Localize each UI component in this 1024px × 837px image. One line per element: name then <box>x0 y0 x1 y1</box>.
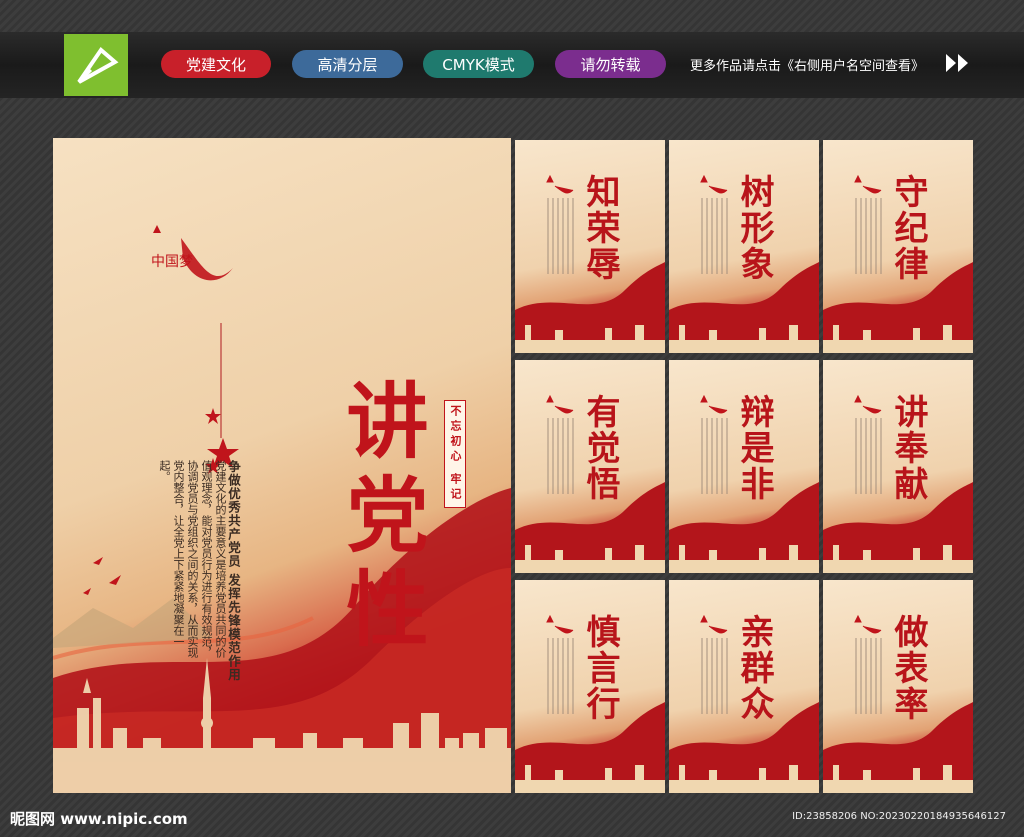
poster-small-2: 树形象 <box>669 140 819 353</box>
tag-hd-layers[interactable]: 高清分层 <box>292 50 403 78</box>
poster-decoration: 中国梦 <box>53 225 511 793</box>
site-logo[interactable] <box>64 34 128 96</box>
poster-title: 做表率 <box>888 614 928 722</box>
poster-small-8: 亲群众 <box>669 580 819 793</box>
poster-title: 辩是非 <box>734 394 774 502</box>
poster-title: 讲奉献 <box>888 394 928 502</box>
poster-title: 知荣辱 <box>580 174 620 282</box>
poster-title: 守纪律 <box>888 174 928 282</box>
poster-title: 亲群众 <box>734 614 774 722</box>
main-title: 讲党性 <box>332 378 428 660</box>
main-poster: 中国梦 讲党性 争做优秀共产党员 发挥先锋模范作用 党建文化的主要意义是培养党员… <box>53 138 511 793</box>
tag-no-repost[interactable]: 请勿转载 <box>555 50 666 78</box>
poster-title: 树形象 <box>734 174 774 282</box>
more-works-link[interactable]: 更多作品请点击《右侧用户名空间查看》 <box>690 55 924 74</box>
poster-small-1: 知荣辱 <box>515 140 665 353</box>
site-watermark[interactable]: 昵图网 www.nipic.com <box>10 808 188 829</box>
double-arrow-icon[interactable] <box>944 52 972 74</box>
poster-small-9: 做表率 <box>823 580 973 793</box>
tag-party-culture[interactable]: 党建文化 <box>161 50 271 78</box>
poster-small-5: 辩是非 <box>669 360 819 573</box>
poster-small-7: 慎言行 <box>515 580 665 793</box>
poster-small-6: 讲奉献 <box>823 360 973 573</box>
main-slogan: 争做优秀共产党员 发挥先锋模范作用 <box>226 460 241 682</box>
poster-title: 慎言行 <box>580 614 620 722</box>
tag-cmyk[interactable]: CMYK模式 <box>423 50 534 78</box>
poster-title: 有觉悟 <box>580 394 620 502</box>
seal-stamp: 不忘初心 牢记 <box>444 400 466 508</box>
main-body-text: 党建文化的主要意义是培养党员共同的价值观理念，能对党员行为进行有效规范，协调党员… <box>158 460 227 658</box>
image-id: ID:23858206 NO:20230220184935646127 <box>792 811 1006 822</box>
pen-icon <box>77 47 119 84</box>
poster-small-4: 有觉悟 <box>515 360 665 573</box>
poster-small-3: 守纪律 <box>823 140 973 353</box>
